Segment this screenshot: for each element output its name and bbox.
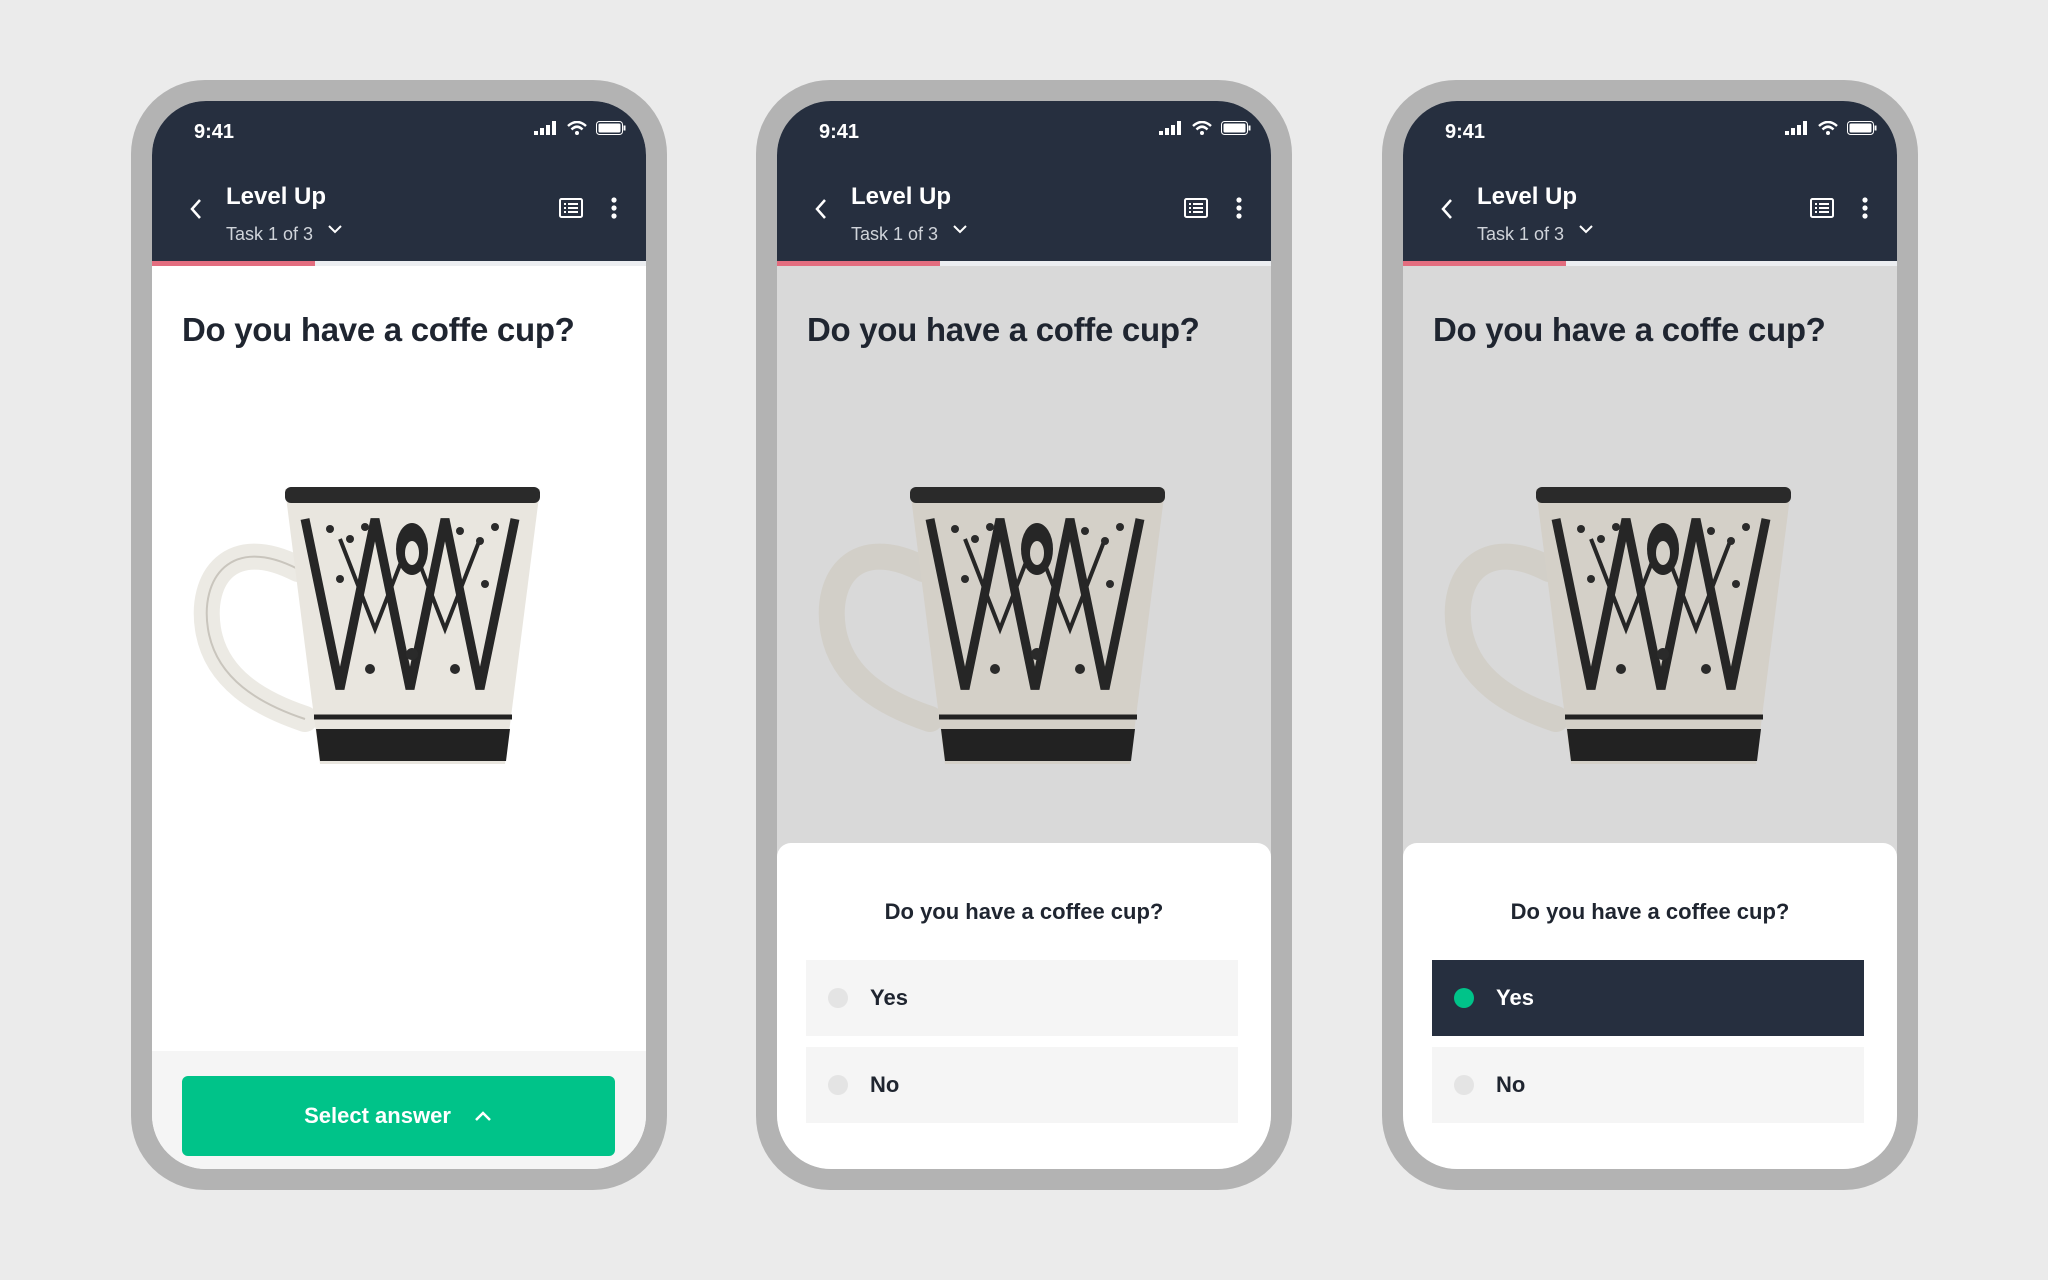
screen-answer-sheet: 9:41 Level Up Task 1 of 3 Do you have a …: [777, 101, 1271, 1169]
wifi-icon: [1818, 121, 1838, 135]
screen-question: 9:41 Level Up Task 1 of 3 Do you have a …: [152, 101, 646, 1169]
status-time: 9:41: [1445, 121, 1486, 143]
more-options-button[interactable]: [1227, 193, 1251, 223]
chevron-up-icon: [474, 1111, 491, 1121]
select-answer-button[interactable]: Select answer: [182, 1076, 615, 1156]
answer-sheet: Do you have a coffee cup? Yes No: [777, 843, 1271, 1169]
back-chevron-icon: [190, 199, 201, 219]
signal-icon: [1785, 121, 1807, 135]
option-yes-selected[interactable]: Yes: [1432, 960, 1864, 1036]
progress-fill: [777, 261, 941, 266]
mug-image: [193, 487, 540, 764]
option-label: Yes: [1496, 985, 1534, 1010]
question-text: Do you have a coffe cup?: [182, 311, 575, 348]
battery-icon: [1847, 121, 1877, 135]
status-icons: [1159, 121, 1251, 135]
status-time: 9:41: [819, 121, 860, 143]
battery-icon: [1221, 121, 1251, 135]
progress-bar: [777, 261, 1271, 266]
more-vertical-icon: [1236, 197, 1242, 219]
more-vertical-icon: [1862, 197, 1868, 219]
task-list-button[interactable]: [1807, 193, 1837, 223]
back-button[interactable]: [1433, 195, 1461, 223]
mug-image: [1444, 487, 1791, 764]
task-selector[interactable]: Task 1 of 3: [1477, 224, 1564, 245]
option-label: No: [1496, 1072, 1526, 1097]
progress-bar: [152, 261, 646, 266]
status-icons: [534, 121, 626, 135]
signal-icon: [1159, 121, 1181, 135]
chevron-down-icon[interactable]: [1577, 222, 1595, 236]
radio-unselected-icon: [1454, 1075, 1474, 1095]
sheet-question: Do you have a coffee cup?: [884, 899, 1164, 924]
sheet-question: Do you have a coffee cup?: [1510, 899, 1790, 924]
radio-unselected-icon: [828, 988, 848, 1008]
phone-frame-1: 9:41 Level Up Task 1 of 3 Do you have a …: [131, 80, 667, 1190]
mug-image: [818, 487, 1165, 764]
header-title: Level Up: [1477, 183, 1578, 210]
option-label: Yes: [870, 985, 908, 1010]
header-title: Level Up: [851, 183, 952, 210]
option-label: No: [870, 1072, 900, 1097]
list-icon: [559, 198, 583, 218]
screen-answer-selected: 9:41 Level Up Task 1 of 3 Do you have a …: [1403, 101, 1897, 1169]
header-title: Level Up: [226, 183, 327, 210]
option-no[interactable]: No: [1432, 1047, 1864, 1123]
app-header: 9:41 Level Up Task 1 of 3: [1403, 101, 1897, 261]
question-text: Do you have a coffe cup?: [1433, 311, 1826, 348]
status-time: 9:41: [194, 121, 235, 143]
back-button[interactable]: [807, 195, 835, 223]
list-icon: [1810, 198, 1834, 218]
task-list-button[interactable]: [1181, 193, 1211, 223]
progress-fill: [152, 261, 316, 266]
list-icon: [1184, 198, 1208, 218]
radio-selected-icon: [1454, 988, 1474, 1008]
chevron-down-icon[interactable]: [951, 222, 969, 236]
progress-fill: [1403, 261, 1567, 266]
radio-unselected-icon: [828, 1075, 848, 1095]
more-options-button[interactable]: [602, 193, 626, 223]
back-chevron-icon: [1441, 199, 1452, 219]
progress-bar: [1403, 261, 1897, 266]
task-list-button[interactable]: [556, 193, 586, 223]
chevron-down-icon[interactable]: [326, 222, 344, 236]
wifi-icon: [567, 121, 587, 135]
answer-sheet: Do you have a coffee cup? Yes No: [1403, 843, 1897, 1169]
task-selector[interactable]: Task 1 of 3: [851, 224, 938, 245]
back-button[interactable]: [182, 195, 210, 223]
app-header: 9:41 Level Up Task 1 of 3: [152, 101, 646, 261]
more-vertical-icon: [611, 197, 617, 219]
back-chevron-icon: [815, 199, 826, 219]
more-options-button[interactable]: [1853, 193, 1877, 223]
status-icons: [1785, 121, 1877, 135]
phone-frame-2: 9:41 Level Up Task 1 of 3 Do you have a …: [756, 80, 1292, 1190]
select-answer-label: Select answer: [304, 1103, 451, 1128]
question-text: Do you have a coffe cup?: [807, 311, 1200, 348]
battery-icon: [596, 121, 626, 135]
wifi-icon: [1192, 121, 1212, 135]
option-no[interactable]: No: [806, 1047, 1238, 1123]
task-selector[interactable]: Task 1 of 3: [226, 224, 313, 245]
app-header: 9:41 Level Up Task 1 of 3: [777, 101, 1271, 261]
phone-frame-3: 9:41 Level Up Task 1 of 3 Do you have a …: [1382, 80, 1918, 1190]
signal-icon: [534, 121, 556, 135]
option-yes[interactable]: Yes: [806, 960, 1238, 1036]
